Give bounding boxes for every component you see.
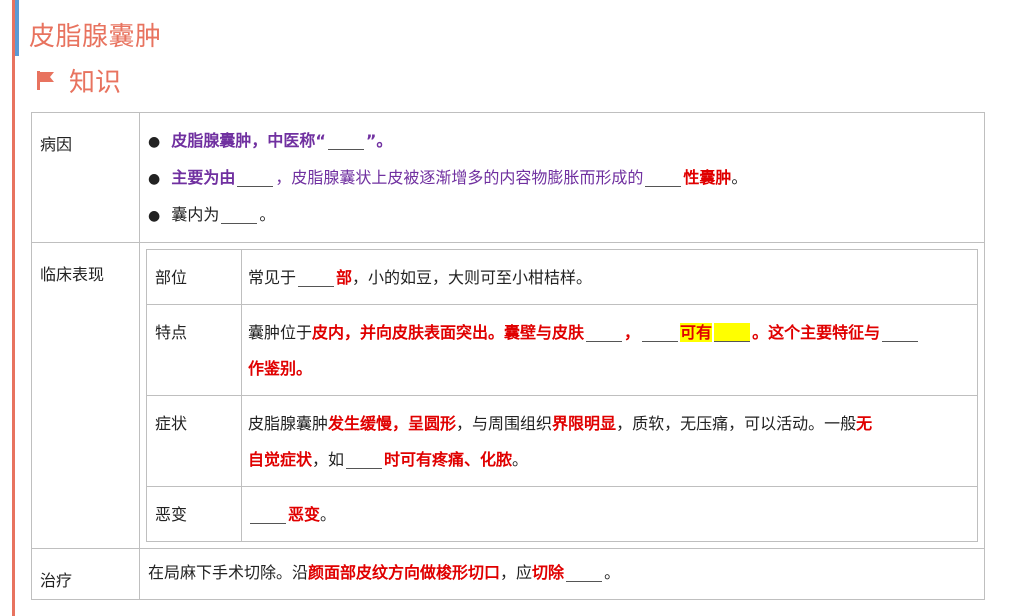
feature-text: 作鉴别。 <box>248 359 313 378</box>
fill-blank[interactable] <box>346 450 383 469</box>
row-label-cause: 病因 <box>31 112 140 243</box>
fill-blank[interactable] <box>298 268 335 287</box>
sub-content-malignant: 恶变。 <box>241 486 978 542</box>
flag-icon <box>37 71 54 90</box>
malignant-text: 。 <box>320 505 337 524</box>
fill-blank[interactable] <box>250 505 286 524</box>
table-row-cause: 病因 ● 皮脂腺囊肿，中医称“ ”。 ● 主要为由 ，皮脂腺囊状上皮被逐渐增多的内容… <box>31 112 985 243</box>
subtable-row-malignant: 恶变 恶变。 <box>146 486 978 542</box>
knowledge-table: 病因 ● 皮脂腺囊肿，中医称“ ”。 ● 主要为由 ，皮脂腺囊状上皮被逐渐增多的内容… <box>31 112 985 600</box>
symptom-text: 皮脂腺囊肿 <box>248 414 329 433</box>
treatment-text: 切除 <box>532 563 565 582</box>
cause-text: ”。 <box>365 131 393 150</box>
row-label-clinical: 临床表现 <box>31 242 140 549</box>
fill-blank[interactable] <box>237 168 274 187</box>
table-row-clinical: 临床表现 部位 常见于 部，小的如豆，大则可至小柑桔样。 特点 囊肿位于皮内，并… <box>31 242 985 549</box>
fill-blank[interactable] <box>642 323 679 342</box>
cause-text: 囊内为 <box>171 205 220 224</box>
feature-text: ， <box>624 323 641 342</box>
cause-line-1: ● 皮脂腺囊肿，中医称“ ”。 <box>148 123 978 160</box>
feature-text: 皮内，并向皮肤表面突出。囊壁与皮肤 <box>312 323 585 342</box>
title-accent-bar <box>15 0 19 56</box>
fill-blank[interactable] <box>714 323 751 342</box>
fill-blank[interactable] <box>882 323 919 342</box>
row-content-clinical: 部位 常见于 部，小的如豆，大则可至小柑桔样。 特点 囊肿位于皮内，并向皮肤表面突… <box>139 242 985 549</box>
site-text: ，小的如豆，大则可至小柑桔样。 <box>352 268 593 287</box>
sub-content-feature: 囊肿位于皮内，并向皮肤表面突出。囊壁与皮肤 ， 可有 。这个主要特征与 作鉴别。 <box>241 304 978 396</box>
symptom-text: 无 <box>856 414 873 433</box>
site-text: 部 <box>336 268 353 287</box>
symptom-text: ，如 <box>312 450 345 469</box>
section-title: 知识 <box>69 67 122 98</box>
feature-text: 。这个主要特征与 <box>752 323 881 342</box>
cause-text: 。 <box>731 168 748 187</box>
symptom-text: 界限明显 <box>552 414 617 433</box>
sub-label-malignant: 恶变 <box>146 486 242 542</box>
subtable-row-symptom: 症状 皮脂腺囊肿发生缓慢，呈圆形，与周围组织界限明显，质软，无压痛，可以活动。一… <box>146 395 978 487</box>
bullet-icon: ● <box>148 171 161 187</box>
cause-line-3: ● 囊内为 。 <box>148 197 978 234</box>
fill-blank[interactable] <box>327 131 364 150</box>
table-row-treatment: 治疗 在局麻下手术切除。沿颜面部皮纹方向做梭形切口，应切除 。 <box>31 548 985 600</box>
treatment-text: ，应 <box>500 563 533 582</box>
page-title: 皮脂腺囊肿 <box>29 22 162 52</box>
symptom-text: 发生缓慢，呈圆形 <box>328 414 457 433</box>
treatment-text: 。 <box>604 563 621 582</box>
sub-label-feature: 特点 <box>146 304 242 396</box>
sub-content-symptom: 皮脂腺囊肿发生缓慢，呈圆形，与周围组织界限明显，质软，无压痛，可以活动。一般无 … <box>241 395 978 487</box>
site-text: 常见于 <box>248 268 297 287</box>
section-header: 知识 <box>35 62 121 98</box>
bullet-icon: ● <box>148 208 161 224</box>
malignant-text: 恶变 <box>288 505 321 524</box>
bullet-icon: ● <box>148 134 161 150</box>
fill-blank[interactable] <box>645 168 682 187</box>
symptom-text: 自觉症状 <box>248 450 313 469</box>
treatment-text: 颜面部皮纹方向做梭形切口 <box>308 563 501 582</box>
symptom-text: 。 <box>512 450 529 469</box>
sub-label-site: 部位 <box>146 249 242 305</box>
cause-line-2: ● 主要为由 ，皮脂腺囊状上皮被逐渐增多的内容物膨胀而形成的 性囊肿。 <box>148 160 978 197</box>
row-content-cause: ● 皮脂腺囊肿，中医称“ ”。 ● 主要为由 ，皮脂腺囊状上皮被逐渐增多的内容物膨胀… <box>139 112 985 243</box>
feature-highlight-text: 可有 <box>680 323 713 342</box>
treatment-text: 在局麻下手术切除。沿 <box>148 563 309 582</box>
symptom-text: ，与周围组织 <box>456 414 553 433</box>
symptom-text: ，质软，无压痛，可以活动。一般 <box>616 414 857 433</box>
row-label-treatment: 治疗 <box>31 548 140 600</box>
subtable-row-feature: 特点 囊肿位于皮内，并向皮肤表面突出。囊壁与皮肤 ， 可有 。这个主要特征与 作鉴别。 <box>146 304 978 396</box>
page-container: 皮脂腺囊肿 知识 病因 ● 皮脂腺囊肿，中医称“ ”。 ● 主要为由 ，皮脂腺囊状上… <box>12 0 1015 616</box>
feature-text: 囊肿位于 <box>248 323 313 342</box>
fill-blank[interactable] <box>566 563 603 582</box>
fill-blank[interactable] <box>586 323 623 342</box>
sub-label-symptom: 症状 <box>146 395 242 487</box>
cause-text: 主要为由 <box>171 168 236 187</box>
cause-text: 。 <box>259 205 276 224</box>
sub-content-site: 常见于 部，小的如豆，大则可至小柑桔样。 <box>241 249 978 305</box>
symptom-text: 时可有疼痛、化脓 <box>384 450 513 469</box>
cause-text: 性囊肿 <box>683 168 732 187</box>
fill-blank[interactable] <box>221 205 258 224</box>
cause-text: ，皮脂腺囊状上皮被逐渐增多的内容物膨胀而形成的 <box>275 168 644 187</box>
subtable-row-site: 部位 常见于 部，小的如豆，大则可至小柑桔样。 <box>146 249 978 305</box>
clinical-subtable: 部位 常见于 部，小的如豆，大则可至小柑桔样。 特点 囊肿位于皮内，并向皮肤表面突… <box>146 249 978 542</box>
cause-text: 皮脂腺囊肿，中医称“ <box>171 131 326 150</box>
row-content-treatment: 在局麻下手术切除。沿颜面部皮纹方向做梭形切口，应切除 。 <box>139 548 985 600</box>
